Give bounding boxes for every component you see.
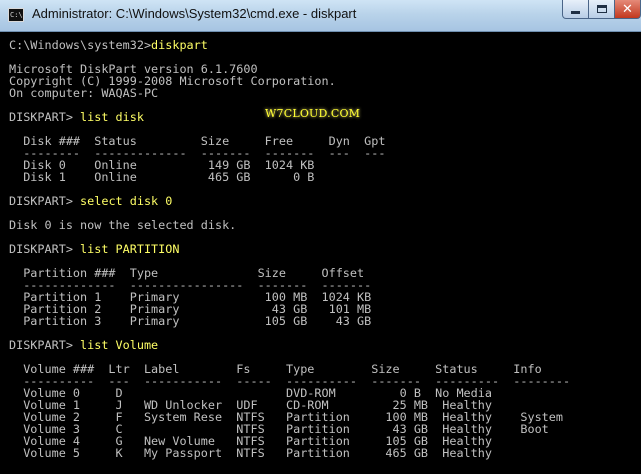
shell-prompt: C:\Windows\system32> bbox=[9, 38, 152, 52]
minimize-icon bbox=[571, 10, 580, 14]
console-area[interactable]: C:\Windows\system32>diskpart Microsoft D… bbox=[0, 32, 641, 474]
diskpart-prompt: DISKPART> bbox=[9, 194, 81, 208]
disk-table-row: Disk 1 Online 465 GB 0 B bbox=[9, 170, 315, 184]
command-list-volume: list Volume bbox=[80, 338, 159, 352]
select-result: Disk 0 is now the selected disk. bbox=[9, 218, 237, 232]
command-list-partition: list PARTITION bbox=[80, 242, 180, 256]
volume-table-row: Volume 5 K My Passport NTFS Partition 46… bbox=[9, 446, 492, 460]
maximize-button[interactable] bbox=[589, 0, 615, 19]
title-bar[interactable]: C:\ Administrator: C:\Windows\System32\c… bbox=[0, 0, 641, 32]
command-select-disk: select disk 0 bbox=[80, 194, 173, 208]
partition-table-row: Partition 3 Primary 105 GB 43 GB bbox=[9, 314, 372, 328]
diskpart-prompt: DISKPART> bbox=[9, 110, 81, 124]
cmd-icon: C:\ bbox=[8, 8, 24, 22]
minimize-button[interactable] bbox=[562, 0, 589, 19]
close-icon: ✕ bbox=[622, 1, 633, 17]
maximize-icon bbox=[596, 5, 607, 13]
window-title: Administrator: C:\Windows\System32\cmd.e… bbox=[32, 6, 357, 21]
close-button[interactable]: ✕ bbox=[615, 0, 641, 19]
diskpart-prompt: DISKPART> bbox=[9, 242, 81, 256]
console-output: C:\Windows\system32>diskpart Microsoft D… bbox=[9, 39, 570, 459]
command-diskpart: diskpart bbox=[151, 38, 208, 52]
command-list-disk: list disk bbox=[80, 110, 144, 124]
watermark-text: W7CLOUD.COM bbox=[265, 107, 361, 120]
banner-line: On computer: WAQAS-PC bbox=[9, 86, 159, 100]
diskpart-prompt: DISKPART> bbox=[9, 338, 81, 352]
